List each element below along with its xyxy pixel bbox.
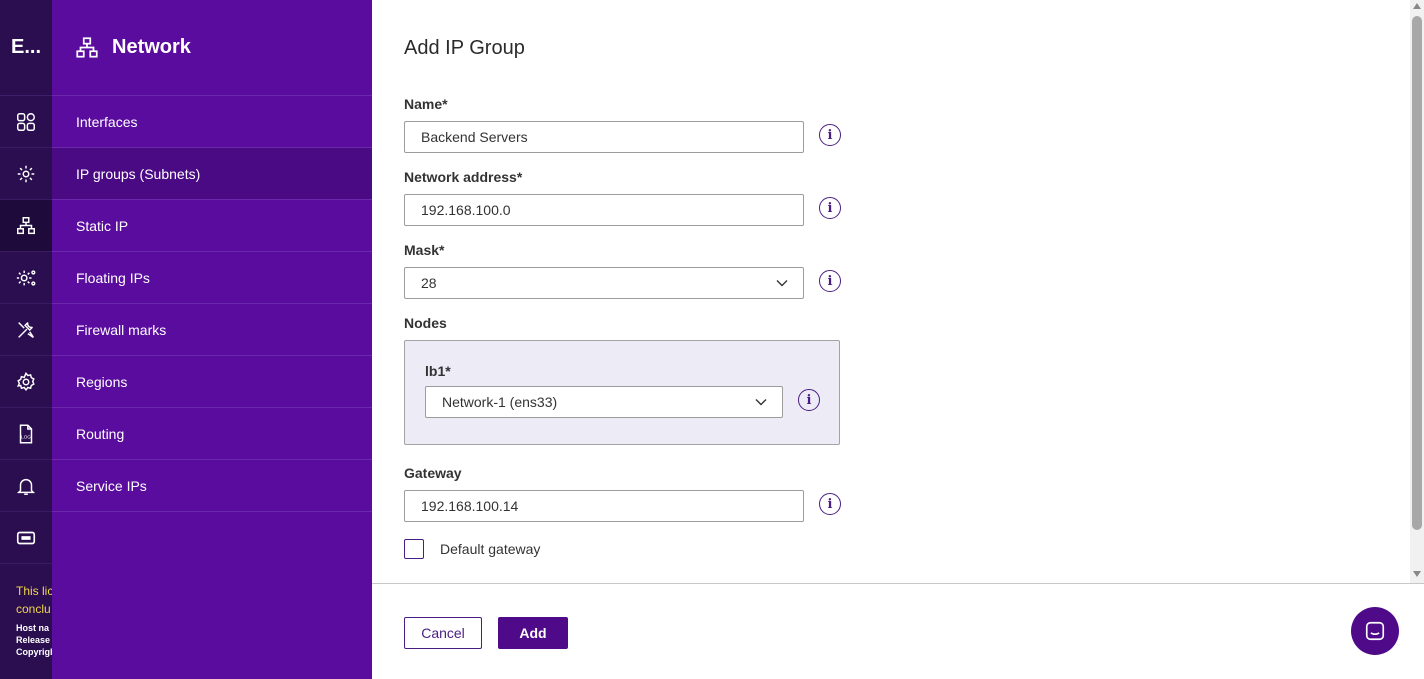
node-lb1-selected-value: Network-1 (ens33) — [442, 394, 558, 410]
vertical-scrollbar[interactable] — [1410, 0, 1424, 583]
rail-item-dashboard[interactable] — [0, 96, 52, 148]
scroll-up-arrow[interactable] — [1413, 3, 1421, 9]
name-info-icon[interactable]: i — [819, 124, 841, 146]
cluster-settings-icon — [16, 269, 36, 286]
svg-text:LOG: LOG — [21, 434, 31, 439]
log-file-icon: LOG — [19, 424, 33, 443]
node-lb1-select[interactable]: Network-1 (ens33) — [425, 386, 783, 418]
node-lb1-label: lb1* — [425, 363, 451, 379]
rail-item-network[interactable] — [0, 200, 52, 252]
rail-item-logs[interactable]: LOG — [0, 408, 52, 460]
rail-item-network-settings[interactable] — [0, 148, 52, 200]
license-text-line1: This lic — [16, 584, 52, 598]
gear-icon — [16, 371, 35, 391]
rail-item-license[interactable] — [0, 512, 52, 564]
add-button[interactable]: Add — [498, 617, 568, 649]
network-icon — [17, 216, 35, 234]
rail-item-notifications[interactable] — [0, 460, 52, 512]
license-text-line2: conclu — [16, 602, 51, 616]
network-address-info-icon[interactable]: i — [819, 197, 841, 219]
sidebar-item-ip-groups[interactable]: IP groups (Subnets) — [52, 148, 372, 200]
sidebar-item-service-ips[interactable]: Service IPs — [52, 460, 372, 512]
sidebar-item-floating-ips[interactable]: Floating IPs — [52, 252, 372, 304]
rail-item-cluster-settings[interactable] — [0, 252, 52, 304]
sidebar-item-static-ip[interactable]: Static IP — [52, 200, 372, 252]
sidebar-header: Network — [52, 0, 372, 96]
network-settings-icon — [17, 165, 35, 182]
icon-rail: E... LOG This lic conclu Host na Release… — [0, 0, 52, 679]
tools-icon — [18, 321, 34, 338]
chat-launcher-button[interactable] — [1351, 607, 1399, 655]
network-address-field[interactable] — [404, 194, 804, 226]
license-notice: This lic conclu Host na Release Copyrigh — [0, 582, 52, 658]
release-text: Release — [16, 635, 51, 645]
default-gateway-label[interactable]: Default gateway — [440, 541, 540, 557]
nodes-panel: lb1* Network-1 (ens33) i — [404, 340, 840, 445]
mask-select[interactable]: 28 — [404, 267, 804, 299]
rail-item-settings[interactable] — [0, 356, 52, 408]
network-icon — [76, 36, 98, 58]
sidebar-item-routing[interactable]: Routing — [52, 408, 372, 460]
dashboard-icon — [17, 112, 35, 131]
chevron-down-icon — [755, 399, 767, 406]
scroll-thumb[interactable] — [1412, 16, 1422, 530]
sidebar-title: Network — [112, 36, 191, 58]
ticket-icon — [16, 531, 36, 544]
mask-label: Mask* — [404, 242, 445, 258]
gateway-label: Gateway — [404, 465, 462, 481]
add-ip-group-form: Add IP Group Name* i Network address* i … — [372, 0, 1412, 583]
bell-icon — [16, 478, 36, 495]
sidebar-item-firewall-marks[interactable]: Firewall marks — [52, 304, 372, 356]
nodes-label: Nodes — [404, 315, 447, 331]
rail-item-tools[interactable] — [0, 304, 52, 356]
gateway-input[interactable] — [421, 498, 787, 514]
host-name-text: Host na — [16, 623, 50, 633]
brand-logo[interactable]: E... — [0, 0, 52, 96]
sidebar-item-regions[interactable]: Regions — [52, 356, 372, 408]
network-sidebar: Network Interfaces IP groups (Subnets) S… — [52, 0, 372, 679]
network-address-label: Network address* — [404, 169, 523, 185]
mask-info-icon[interactable]: i — [819, 270, 841, 292]
gateway-field[interactable] — [404, 490, 804, 522]
form-footer: Cancel Add — [372, 583, 1424, 679]
default-gateway-checkbox[interactable] — [404, 539, 424, 559]
chat-icon — [1365, 621, 1385, 641]
name-field[interactable] — [404, 121, 804, 153]
gateway-info-icon[interactable]: i — [819, 493, 841, 515]
scroll-down-arrow[interactable] — [1413, 571, 1421, 577]
sidebar-item-interfaces[interactable]: Interfaces — [52, 96, 372, 148]
mask-selected-value: 28 — [421, 275, 437, 291]
network-address-input[interactable] — [421, 202, 787, 218]
chevron-down-icon — [776, 280, 788, 287]
copyright-text: Copyrigh — [16, 647, 52, 657]
name-input[interactable] — [421, 129, 787, 145]
page-title: Add IP Group — [404, 37, 525, 59]
node-info-icon[interactable]: i — [798, 389, 820, 411]
cancel-button[interactable]: Cancel — [404, 617, 482, 649]
name-label: Name* — [404, 96, 448, 112]
